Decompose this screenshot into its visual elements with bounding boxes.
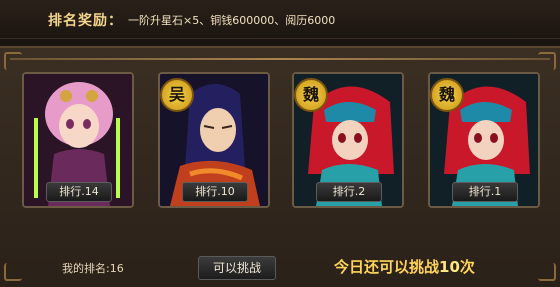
my-rank-text: 我的排名:16 (62, 262, 124, 275)
challenge-button[interactable]: 可以挑战 (198, 256, 276, 280)
frame-corner-ornament (538, 52, 556, 70)
opponent-card-1[interactable]: 排行.14 (22, 72, 134, 208)
faction-badge-wu-icon: 吴 (160, 78, 194, 112)
remaining-challenges-text: 今日还可以挑战10次 (334, 256, 475, 277)
remaining-challenges-prefix: 今日还可以挑战 (334, 258, 440, 276)
remaining-challenges-count: 10 (439, 258, 460, 276)
opponent-rank-label: 排行.2 (316, 182, 382, 202)
reward-title: 排名奖励： (48, 13, 123, 29)
footer-bar: 我的排名:16 可以挑战 今日还可以挑战10次 (14, 256, 546, 280)
opponent-rank-label: 排行.10 (182, 182, 248, 202)
baidu-watermark-logo (412, 230, 530, 258)
reward-text: 一阶升星石×5、铜钱600000、阅历6000 (128, 14, 336, 27)
faction-badge-wei-icon: 魏 (430, 78, 464, 112)
reward-bar: 排名奖励： 一阶升星石×5、铜钱600000、阅历6000 (0, 0, 560, 39)
remaining-challenges-suffix: 次 (459, 258, 475, 276)
opponent-rank-label: 排行.14 (46, 182, 112, 202)
faction-badge-wei-icon: 魏 (294, 78, 328, 112)
opponent-rank-label: 排行.1 (452, 182, 518, 202)
frame-corner-ornament (4, 52, 22, 70)
